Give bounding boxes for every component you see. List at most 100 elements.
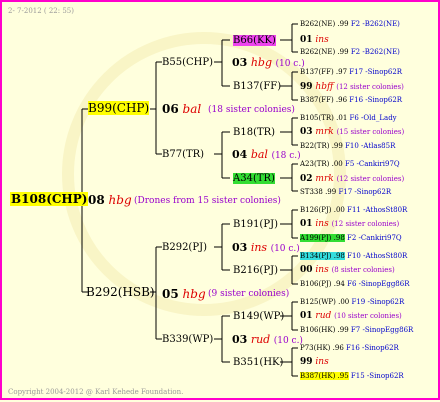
l3-mating-1: 04 bal (18 c.) [232,148,301,163]
l3-note-2: (10 c.) [270,244,300,254]
l4-mating-2: 03 mrk (15 sister colonies) [300,126,404,139]
l2-num-1: 05 [162,287,179,301]
root-node[interactable]: B108(CHP) [10,192,89,208]
l5-row-5[interactable]: B22(TR) .99 F10 -Atlas85R [300,140,395,153]
l5-label-2[interactable]: B137(FF) [300,68,334,76]
l5-row-15[interactable]: B387(HK) .95 F15 -Sinop62R [300,370,404,383]
l5-hl-10[interactable]: B134(PJ) .98 [300,252,345,260]
l2-label-0[interactable]: B99(CHP) [88,101,150,115]
l4-race-6: rud [315,311,332,321]
l5-code-3: F16 -Sinop62R [349,96,403,104]
l5-row-0[interactable]: B262(NE) .99 F2 -B262(NE) [300,18,400,31]
l3-node-3[interactable]: B339(WP) [162,333,213,346]
l4-num-4: 01 [300,219,313,229]
l5-row-8[interactable]: B126(PJ) .00 F11 -AthosSt80R [300,204,407,217]
l4-note-4: (12 sister colonies) [331,220,400,228]
l5-year-7: .99 [325,188,337,196]
l5-year-8: .00 [333,206,345,214]
l5-code-14: F16 -Sinop62R [346,344,399,352]
l4-race-1: hbff [315,82,334,92]
l5-row-4[interactable]: B105(TR) .01 F6 -Old_Lady [300,112,397,125]
l5-row-6[interactable]: A23(TR) .00 F5 -Cankiri97Q [300,158,400,171]
l5-hl-15[interactable]: B387(HK) .95 [300,372,349,380]
l5-code-5: F10 -Atlas85R [345,142,396,150]
l2-node-0[interactable]: B99(CHP) [88,101,150,117]
l4-node-3[interactable]: A34(TR) [233,172,275,185]
l5-code-15: F15 -Sinop62R [350,372,404,380]
l5-row-11[interactable]: B106(PJ) .94 F6 -SinopEgg86R [300,278,409,291]
copyright: Copyright 2004-2012 @ Karl Kehede Founda… [8,388,184,396]
l4-num-1: 99 [300,82,313,92]
l4-node-2[interactable]: B18(TR) [233,126,275,139]
l4-mating-4: 01 ins (12 sister colonies) [300,218,399,231]
l4-note-2: (15 sister colonies) [336,128,405,136]
l3-num-1: 04 [232,148,248,161]
l3-race-2: ins [250,241,268,254]
l4-label-3[interactable]: A34(TR) [233,173,275,184]
l5-label-0[interactable]: B262(NE) [300,20,335,28]
l4-num-0: 01 [300,35,313,45]
l5-row-14[interactable]: P73(HK) .96 F16 -Sinop62R [300,342,399,355]
l2-mating-0: 06 bal [162,103,201,116]
l5-row-10[interactable]: B134(PJ) .98 F10 -AthosSt80R [300,250,407,263]
l5-label-5[interactable]: B22(TR) [300,142,329,150]
l5-year-4: .01 [336,114,348,122]
l5-label-15[interactable]: B387(HK) [300,372,335,380]
l4-node-7[interactable]: B351(HK) [233,356,283,369]
l4-num-3: 02 [300,174,313,184]
l4-mating-7: 99 ins [300,356,329,369]
l5-code-6: F5 -Cankiri97Q [344,160,400,168]
l5-label-10[interactable]: B134(PJ) [300,252,331,260]
l5-label-14[interactable]: P73(HK) [300,344,330,352]
pedigree-frame: 2- 7-2012 ( 22: 55) B108(CHP) 08 hbg (Dr… [0,0,440,400]
l5-year-10: .98 [333,252,345,260]
root-label[interactable]: B108(CHP) [10,192,89,206]
l5-year-1: .99 [337,48,349,56]
l4-race-4: ins [315,219,329,229]
l5-row-1[interactable]: B262(NE) .99 F2 -B262(NE) [300,46,400,59]
l5-code-8: F11 -AthosSt80R [347,206,408,214]
l5-label-7[interactable]: ST338 [300,188,323,196]
l5-label-13[interactable]: B106(HK) [300,326,335,334]
l4-num-2: 03 [300,127,313,137]
l4-note-6: (10 sister colonies) [334,312,402,320]
l5-label-8[interactable]: B126(PJ) [300,206,331,214]
l4-node-0[interactable]: B66(KK) [233,34,276,47]
l5-label-3[interactable]: B387(FF) [300,96,334,104]
l2-mating-1: 05 hbg [162,288,206,301]
l4-note-5: (8 sister colonies) [331,266,395,274]
l2-node-1[interactable]: B292(HSB) [86,286,155,299]
l5-code-11: F6 -SinopEgg86R [347,280,410,288]
l3-mating-2: 03 ins (10 c.) [232,241,300,256]
l4-node-5[interactable]: B216(PJ) [233,264,278,277]
l4-node-4[interactable]: B191(PJ) [233,218,278,231]
root-num: 08 [88,193,105,207]
l5-row-2[interactable]: B137(FF) .97 F17 -Sinop62R [300,66,402,79]
l5-row-13[interactable]: B106(HK) .99 F7 -SinopEgg86R [300,324,413,337]
l5-label-1[interactable]: B262(NE) [300,48,335,56]
l3-num-3: 03 [232,333,248,346]
l4-label-0[interactable]: B66(KK) [233,35,276,46]
l5-label-4[interactable]: B105(TR) [300,114,334,122]
l4-race-5: ins [315,265,329,275]
l3-node-2[interactable]: B292(PJ) [162,241,207,254]
l4-node-1[interactable]: B137(FF) [233,80,281,93]
l4-node-6[interactable]: B149(WP) [233,310,284,323]
l5-label-6[interactable]: A23(TR) [300,160,329,168]
l5-label-9[interactable]: A199(PJ) [300,234,331,242]
l5-hl-9[interactable]: A199(PJ) .98 [300,234,345,242]
l3-mating-3: 03 rud (10 c.) [232,333,303,348]
l3-note-1: (18 c.) [271,151,301,161]
l5-row-12[interactable]: B125(WP) .00 F19 -Sinop62R [300,296,404,309]
l5-row-7[interactable]: ST338 .99 F17 -Sinop62R [300,186,391,199]
l5-year-11: .94 [333,280,345,288]
l5-label-11[interactable]: B106(PJ) [300,280,331,288]
l5-row-3[interactable]: B387(FF) .96 F16 -Sinop62R [300,94,402,107]
l3-node-0[interactable]: B55(CHP) [162,56,213,69]
l3-node-1[interactable]: B77(TR) [162,148,204,161]
l5-label-12[interactable]: B125(WP) [300,298,336,306]
l3-race-0: hbg [250,56,272,69]
l2-note-1: (9 sister colonies) [208,289,290,299]
l5-year-12: .00 [338,298,350,306]
l5-row-9[interactable]: A199(PJ) .98 F2 -Cankiri97Q [300,232,402,245]
